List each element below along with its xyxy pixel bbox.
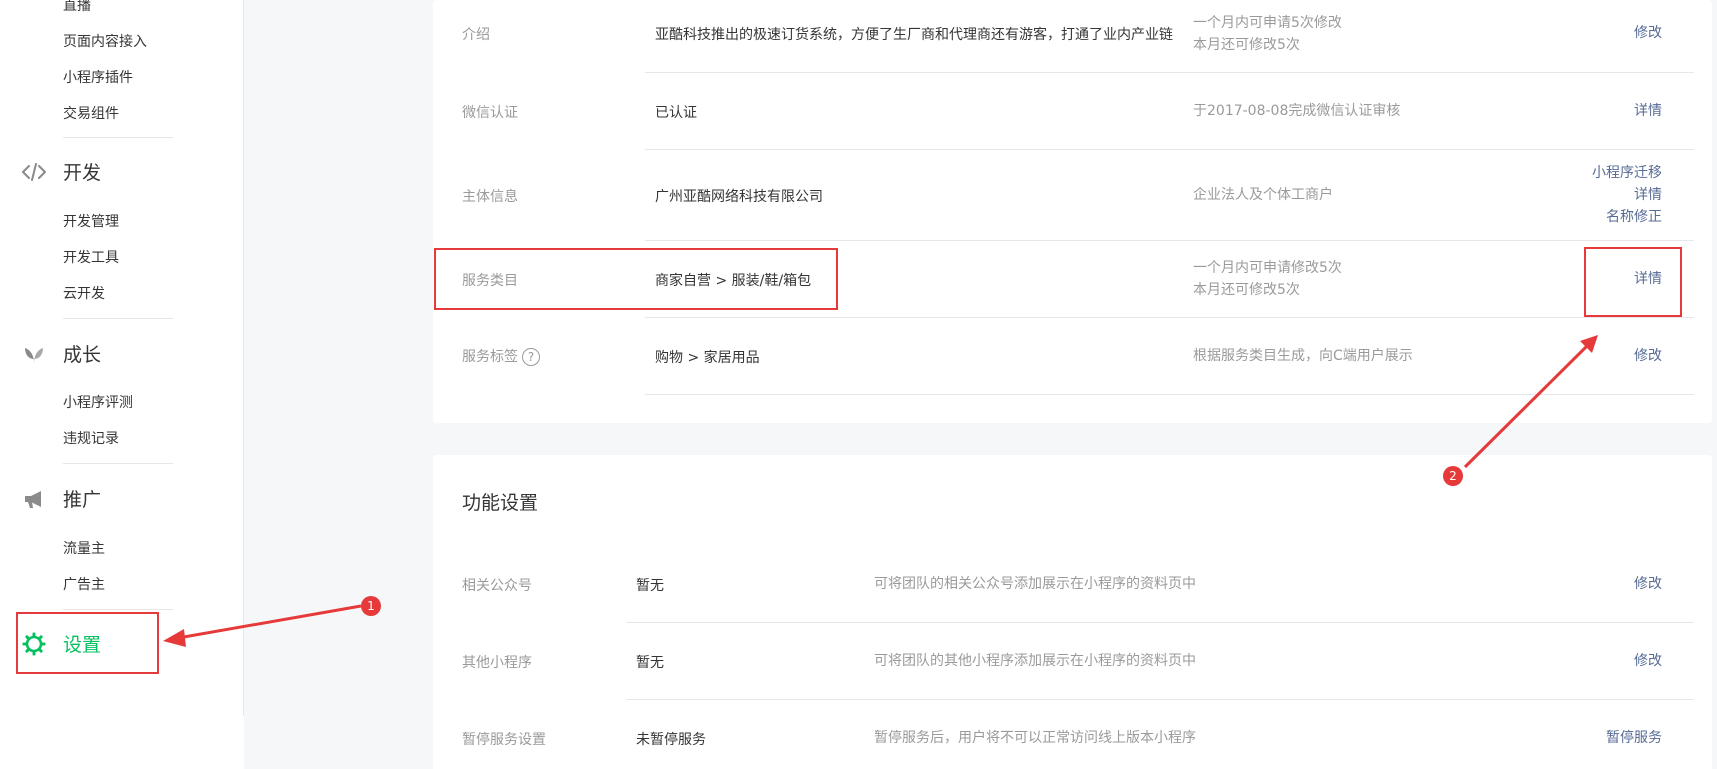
sidebar-divider (63, 137, 173, 138)
row-divider (626, 699, 1694, 700)
code-icon (22, 160, 46, 184)
row-divider (645, 149, 1694, 150)
row-divider (645, 72, 1694, 73)
row-label-entity-info: 主体信息 (462, 189, 518, 205)
row-desc-service-category: 一个月内可申请修改5次 本月还可修改5次 (1193, 260, 1342, 298)
sidebar-item-plugins[interactable]: 小程序插件 (63, 67, 133, 87)
row-label-wechat-verify: 微信认证 (462, 105, 518, 121)
row-desc-entity-info: 企业法人及个体工商户 (1193, 187, 1333, 203)
row-value-wechat-verify: 已认证 (655, 105, 697, 121)
entity-detail-link[interactable]: 详情 (1592, 184, 1662, 206)
row-value-pause-service: 未暂停服务 (636, 732, 706, 748)
sidebar-item-violations[interactable]: 违规记录 (63, 428, 119, 448)
sidebar-item-advertiser[interactable]: 广告主 (63, 574, 105, 594)
sidebar-item-live[interactable]: 直播 (63, 0, 91, 15)
leaf-icon (22, 342, 46, 366)
sidebar-item-cloud-dev[interactable]: 云开发 (63, 283, 105, 303)
entity-actions: 小程序迁移 详情 名称修正 (1592, 162, 1662, 228)
edit-other-miniprograms-link[interactable]: 修改 (1634, 650, 1662, 672)
sidebar-divider (63, 463, 173, 464)
row-desc-service-tags: 根据服务类目生成，向C端用户展示 (1193, 348, 1413, 364)
sidebar-item-dev-manage[interactable]: 开发管理 (63, 211, 119, 231)
row-value-related-account: 暂无 (636, 578, 664, 594)
row-value-intro: 亚酷科技推出的极速订货系统，方便了生厂商和代理商还有游客，打通了业内产业链 (655, 27, 1173, 43)
sidebar-group-label: 推广 (63, 489, 102, 511)
help-icon[interactable]: ? (522, 348, 540, 366)
feature-settings-panel: 功能设置 相关公众号 暂无 可将团队的相关公众号添加展示在小程序的资料页中 修改… (433, 455, 1712, 769)
row-label-related-account: 相关公众号 (462, 578, 532, 594)
highlight-detail-box (1584, 247, 1682, 317)
edit-service-tags-link[interactable]: 修改 (1634, 345, 1662, 367)
sidebar-group-label: 开发 (63, 162, 102, 184)
annotation-badge-2: 2 (1443, 466, 1463, 486)
highlight-settings-box (16, 612, 159, 674)
row-desc-other-miniprograms: 可将团队的其他小程序添加展示在小程序的资料页中 (874, 653, 1196, 669)
row-value-entity-info: 广州亚酷网络科技有限公司 (655, 189, 823, 205)
sidebar-item-trade-components[interactable]: 交易组件 (63, 103, 119, 123)
sidebar-group-develop[interactable]: 开发 (22, 158, 101, 185)
sidebar-group-label: 成长 (63, 344, 102, 366)
edit-related-account-link[interactable]: 修改 (1634, 573, 1662, 595)
row-desc-wechat-verify: 于2017-08-08完成微信认证审核 (1193, 103, 1401, 119)
sidebar-item-dev-tools[interactable]: 开发工具 (63, 247, 119, 267)
row-label-pause-service: 暂停服务设置 (462, 732, 546, 748)
edit-intro-link[interactable]: 修改 (1634, 22, 1662, 44)
migrate-miniprogram-link[interactable]: 小程序迁移 (1592, 162, 1662, 184)
basic-info-panel: 介绍 亚酷科技推出的极速订货系统，方便了生厂商和代理商还有游客，打通了业内产业链… (433, 0, 1712, 423)
sidebar-item-traffic-owner[interactable]: 流量主 (63, 538, 105, 558)
highlight-service-category-box (434, 248, 838, 310)
wechat-verify-detail-link[interactable]: 详情 (1634, 100, 1662, 122)
row-label-intro: 介绍 (462, 27, 490, 43)
sidebar-item-page-content[interactable]: 页面内容接入 (63, 31, 147, 51)
row-value-service-tags: 购物 > 家居用品 (655, 350, 760, 366)
row-label-service-tags: 服务标签? (462, 346, 540, 366)
row-divider (645, 240, 1694, 241)
row-desc-pause-service: 暂停服务后，用户将不可以正常访问线上版本小程序 (874, 730, 1196, 746)
row-divider (645, 394, 1694, 395)
sidebar-divider (63, 318, 173, 319)
sidebar-divider (63, 609, 173, 610)
section-title: 功能设置 (462, 492, 539, 514)
row-desc-intro: 一个月内可申请5次修改 本月还可修改5次 (1193, 15, 1342, 53)
row-divider (626, 622, 1694, 623)
annotation-badge-1: 1 (361, 596, 381, 616)
sidebar-border (243, 0, 244, 716)
row-label-other-miniprograms: 其他小程序 (462, 655, 532, 671)
name-correction-link[interactable]: 名称修正 (1592, 206, 1662, 228)
row-desc-related-account: 可将团队的相关公众号添加展示在小程序的资料页中 (874, 576, 1196, 592)
megaphone-icon (22, 487, 46, 511)
sidebar-group-promotion[interactable]: 推广 (22, 485, 101, 512)
row-divider (645, 317, 1694, 318)
sidebar-item-evaluation[interactable]: 小程序评测 (63, 392, 133, 412)
row-value-other-miniprograms: 暂无 (636, 655, 664, 671)
pause-service-link[interactable]: 暂停服务 (1606, 727, 1662, 749)
sidebar-group-growth[interactable]: 成长 (22, 340, 101, 367)
